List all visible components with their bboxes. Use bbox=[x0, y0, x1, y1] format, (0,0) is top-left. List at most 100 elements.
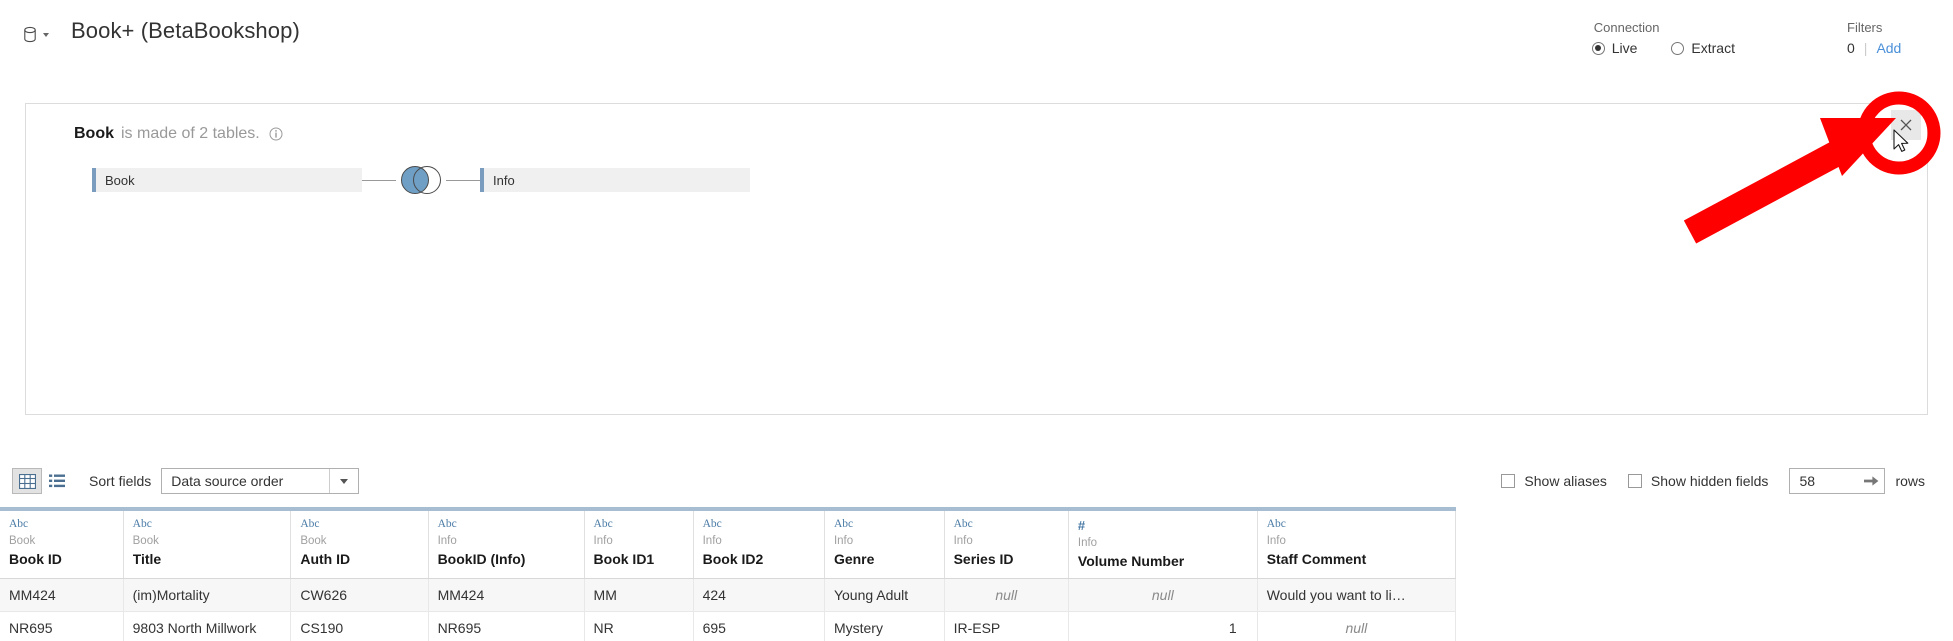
column-field-name: Book ID2 bbox=[702, 550, 764, 567]
sort-fields-label: Sort fields bbox=[89, 473, 152, 489]
column-field-name: Series ID bbox=[953, 550, 1014, 567]
column-source-table: Book bbox=[300, 534, 327, 547]
column-header[interactable]: Abc Book Title bbox=[123, 507, 292, 579]
column-source-table: Info bbox=[437, 534, 457, 547]
column-field-name: Volume Number bbox=[1077, 552, 1185, 569]
datasource-menu-button[interactable] bbox=[22, 26, 49, 43]
radio-unselected-icon bbox=[1671, 41, 1685, 55]
table-card-book[interactable]: Book bbox=[92, 168, 362, 192]
canvas-description-text: is made of 2 tables. bbox=[121, 125, 260, 142]
table-card-label: Info bbox=[493, 172, 515, 188]
column-source-table: Info bbox=[1077, 536, 1098, 549]
text-type-icon: Abc bbox=[9, 518, 29, 530]
filters-count: 0 bbox=[1847, 40, 1855, 56]
table-card-label: Book bbox=[105, 172, 135, 188]
connection-label: Connection bbox=[1593, 20, 1660, 35]
text-type-icon: Abc bbox=[833, 518, 854, 530]
canvas-close-button[interactable] bbox=[1891, 110, 1921, 140]
text-type-icon: Abc bbox=[437, 518, 457, 530]
column-field-name: Book ID1 bbox=[593, 550, 655, 567]
table-cell: CW626 bbox=[290, 578, 429, 612]
table-cell: Young Adult bbox=[824, 578, 945, 612]
filters-label: Filters bbox=[1847, 20, 1883, 35]
table-cell: NR695 bbox=[0, 611, 124, 641]
datasource-header: Book+ (BetaBookshop) Connection Live Ext… bbox=[0, 0, 1953, 72]
grid-view-icon bbox=[18, 473, 36, 489]
relationship-canvas: Book is made of 2 tables. Book Info bbox=[25, 103, 1928, 415]
chevron-down-icon bbox=[43, 32, 49, 37]
list-view-icon bbox=[49, 474, 65, 488]
column-field-name: Staff Comment bbox=[1266, 550, 1367, 567]
table-cell: MM424 bbox=[428, 578, 585, 612]
radio-selected-icon bbox=[1591, 41, 1605, 55]
relationship-connector-left bbox=[362, 179, 396, 181]
list-view-button[interactable] bbox=[42, 468, 72, 494]
page-title: Book+ (BetaBookshop) bbox=[71, 18, 300, 43]
table-cell: NR bbox=[584, 611, 694, 641]
connection-extract-label: Extract bbox=[1691, 40, 1735, 56]
column-field-name: Title bbox=[132, 550, 162, 567]
table-cell: null bbox=[1068, 578, 1258, 612]
column-header[interactable]: Abc Info BookID (Info) bbox=[428, 507, 585, 579]
show-hidden-fields-label: Show hidden fields bbox=[1650, 473, 1769, 489]
grid-view-button[interactable] bbox=[12, 468, 42, 494]
grid-toolbar-right: Show aliases Show hidden fields 58 rows bbox=[1501, 468, 1925, 494]
header-right-controls: Connection Live Extract Filters 0 | Add bbox=[1591, 18, 1925, 56]
show-aliases-checkbox[interactable]: Show aliases bbox=[1501, 473, 1607, 489]
logical-table-name: Book bbox=[74, 125, 114, 142]
show-aliases-label: Show aliases bbox=[1524, 473, 1607, 489]
checkbox-unchecked-icon bbox=[1501, 474, 1516, 488]
venn-left-join-icon[interactable] bbox=[396, 164, 446, 196]
column-field-name: BookID (Info) bbox=[437, 550, 526, 567]
text-type-icon: Abc bbox=[300, 518, 320, 530]
column-header[interactable]: Abc Info Book ID2 bbox=[693, 507, 825, 579]
row-count-input[interactable]: 58 bbox=[1789, 468, 1886, 494]
column-header[interactable]: Abc Info Series ID bbox=[944, 507, 1069, 579]
sort-fields-dropdown[interactable]: Data source order bbox=[161, 468, 360, 494]
grid-toolbar: Sort fields Data source order Show alias… bbox=[0, 455, 1953, 507]
null-value: null bbox=[1345, 619, 1368, 636]
column-source-table: Info bbox=[953, 534, 973, 547]
show-hidden-fields-checkbox[interactable]: Show hidden fields bbox=[1627, 473, 1769, 489]
table-cell: 9803 North Millwork bbox=[123, 611, 292, 641]
number-type-icon: # bbox=[1077, 518, 1086, 533]
table-cell: null bbox=[1257, 611, 1457, 641]
relationship-row: Book Info bbox=[92, 164, 1927, 196]
close-x-icon bbox=[1900, 119, 1912, 131]
column-header[interactable]: Abc Info Book ID1 bbox=[584, 507, 694, 579]
preview-table: Abc Book Book ID Abc Book Title Abc Book Auth ID… bbox=[0, 507, 1457, 641]
text-type-icon: Abc bbox=[132, 518, 152, 530]
chevron-down-icon bbox=[340, 478, 349, 484]
connection-live-label: Live bbox=[1611, 40, 1638, 56]
text-type-icon: Abc bbox=[1266, 518, 1286, 530]
column-header[interactable]: Abc Info Staff Comment bbox=[1257, 507, 1457, 579]
table-cell: null bbox=[944, 578, 1069, 612]
column-source-table: Info bbox=[1266, 534, 1286, 547]
table-cell: 1 bbox=[1068, 611, 1258, 641]
column-header[interactable]: Abc Book Book ID bbox=[0, 507, 124, 579]
table-cell: NR695 bbox=[428, 611, 585, 641]
text-type-icon: Abc bbox=[593, 518, 613, 530]
filters-add-link[interactable]: Add bbox=[1876, 40, 1901, 56]
table-row[interactable]: NR695 9803 North Millwork CS190 NR695 NR 695 M… bbox=[0, 611, 1457, 641]
column-source-table: Info bbox=[702, 534, 722, 547]
column-header[interactable]: Abc Info Genre bbox=[824, 507, 945, 579]
info-circle-icon[interactable] bbox=[267, 127, 283, 141]
canvas-description: Book is made of 2 tables. bbox=[26, 104, 1927, 143]
filters-separator: | bbox=[1863, 40, 1868, 56]
table-cell: Would you want to li… bbox=[1257, 578, 1457, 612]
database-icon bbox=[22, 26, 38, 43]
dropdown-arrow bbox=[329, 469, 358, 493]
column-field-name: Auth ID bbox=[300, 550, 351, 567]
column-header[interactable]: # Info Volume Number bbox=[1068, 507, 1258, 579]
table-row[interactable]: MM424 (im)Mortality CW626 MM424 MM 424 Young A… bbox=[0, 578, 1457, 612]
sort-fields-value: Data source order bbox=[171, 473, 284, 489]
table-card-info[interactable]: Info bbox=[480, 168, 750, 192]
column-header[interactable]: Abc Book Auth ID bbox=[290, 507, 429, 579]
filters-group: Filters 0 | Add bbox=[1847, 20, 1925, 56]
table-cell: MM bbox=[584, 578, 694, 612]
data-preview-grid[interactable]: Abc Book Book ID Abc Book Title Abc Book Auth ID… bbox=[0, 507, 1953, 641]
connection-extract-radio[interactable]: Extract bbox=[1671, 40, 1735, 56]
arrow-right-icon[interactable] bbox=[1858, 475, 1884, 487]
connection-live-radio[interactable]: Live bbox=[1591, 40, 1638, 56]
